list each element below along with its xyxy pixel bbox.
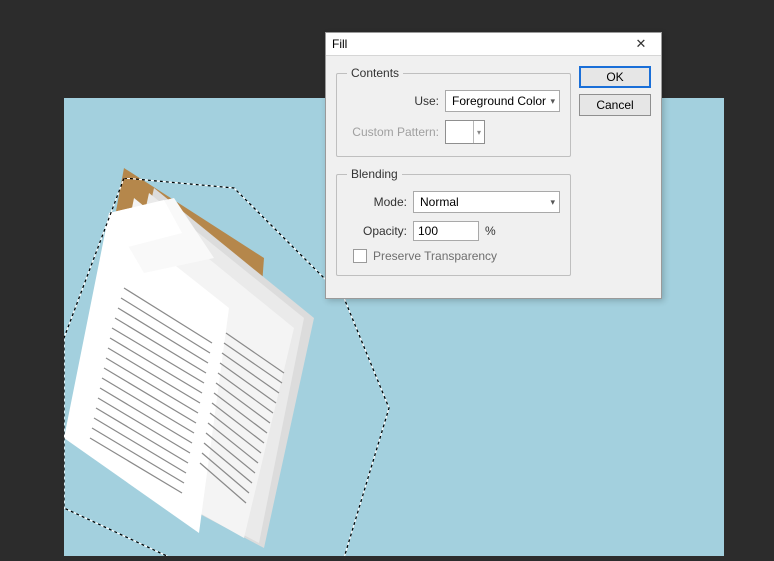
blending-legend: Blending <box>347 167 402 181</box>
opacity-label: Opacity: <box>347 224 407 238</box>
preserve-transparency-checkbox[interactable] <box>353 249 367 263</box>
opacity-input[interactable]: 100 <box>413 221 479 241</box>
custom-pattern-picker[interactable]: ▾ <box>445 120 485 144</box>
contents-group: Contents Use: Foreground Color ▾ Custom … <box>336 66 571 157</box>
opacity-unit: % <box>485 224 496 238</box>
custom-pattern-label: Custom Pattern: <box>347 125 439 139</box>
use-select-value: Foreground Color <box>452 94 546 108</box>
mode-select[interactable]: Normal ▾ <box>413 191 560 213</box>
dialog-titlebar[interactable]: Fill ✕ <box>326 33 661 56</box>
ok-button[interactable]: OK <box>579 66 651 88</box>
blending-group: Blending Mode: Normal ▾ Opacity: 100 % <box>336 167 571 276</box>
ok-button-label: OK <box>606 70 623 84</box>
cancel-button-label: Cancel <box>596 98 633 112</box>
preserve-transparency-label: Preserve Transparency <box>373 249 497 263</box>
opacity-value: 100 <box>418 224 438 238</box>
contents-legend: Contents <box>347 66 403 80</box>
use-label: Use: <box>347 94 439 108</box>
pattern-swatch <box>446 121 474 143</box>
mode-select-value: Normal <box>420 195 459 209</box>
mode-label: Mode: <box>347 195 407 209</box>
chevron-down-icon: ▾ <box>550 197 555 208</box>
dialog-title: Fill <box>332 37 347 51</box>
fill-dialog: Fill ✕ Contents Use: Foreground Color ▾ … <box>325 32 662 299</box>
chevron-down-icon: ▾ <box>550 96 555 107</box>
cancel-button[interactable]: Cancel <box>579 94 651 116</box>
close-icon[interactable]: ✕ <box>627 35 655 53</box>
chevron-down-icon: ▾ <box>474 121 484 143</box>
use-select[interactable]: Foreground Color ▾ <box>445 90 560 112</box>
